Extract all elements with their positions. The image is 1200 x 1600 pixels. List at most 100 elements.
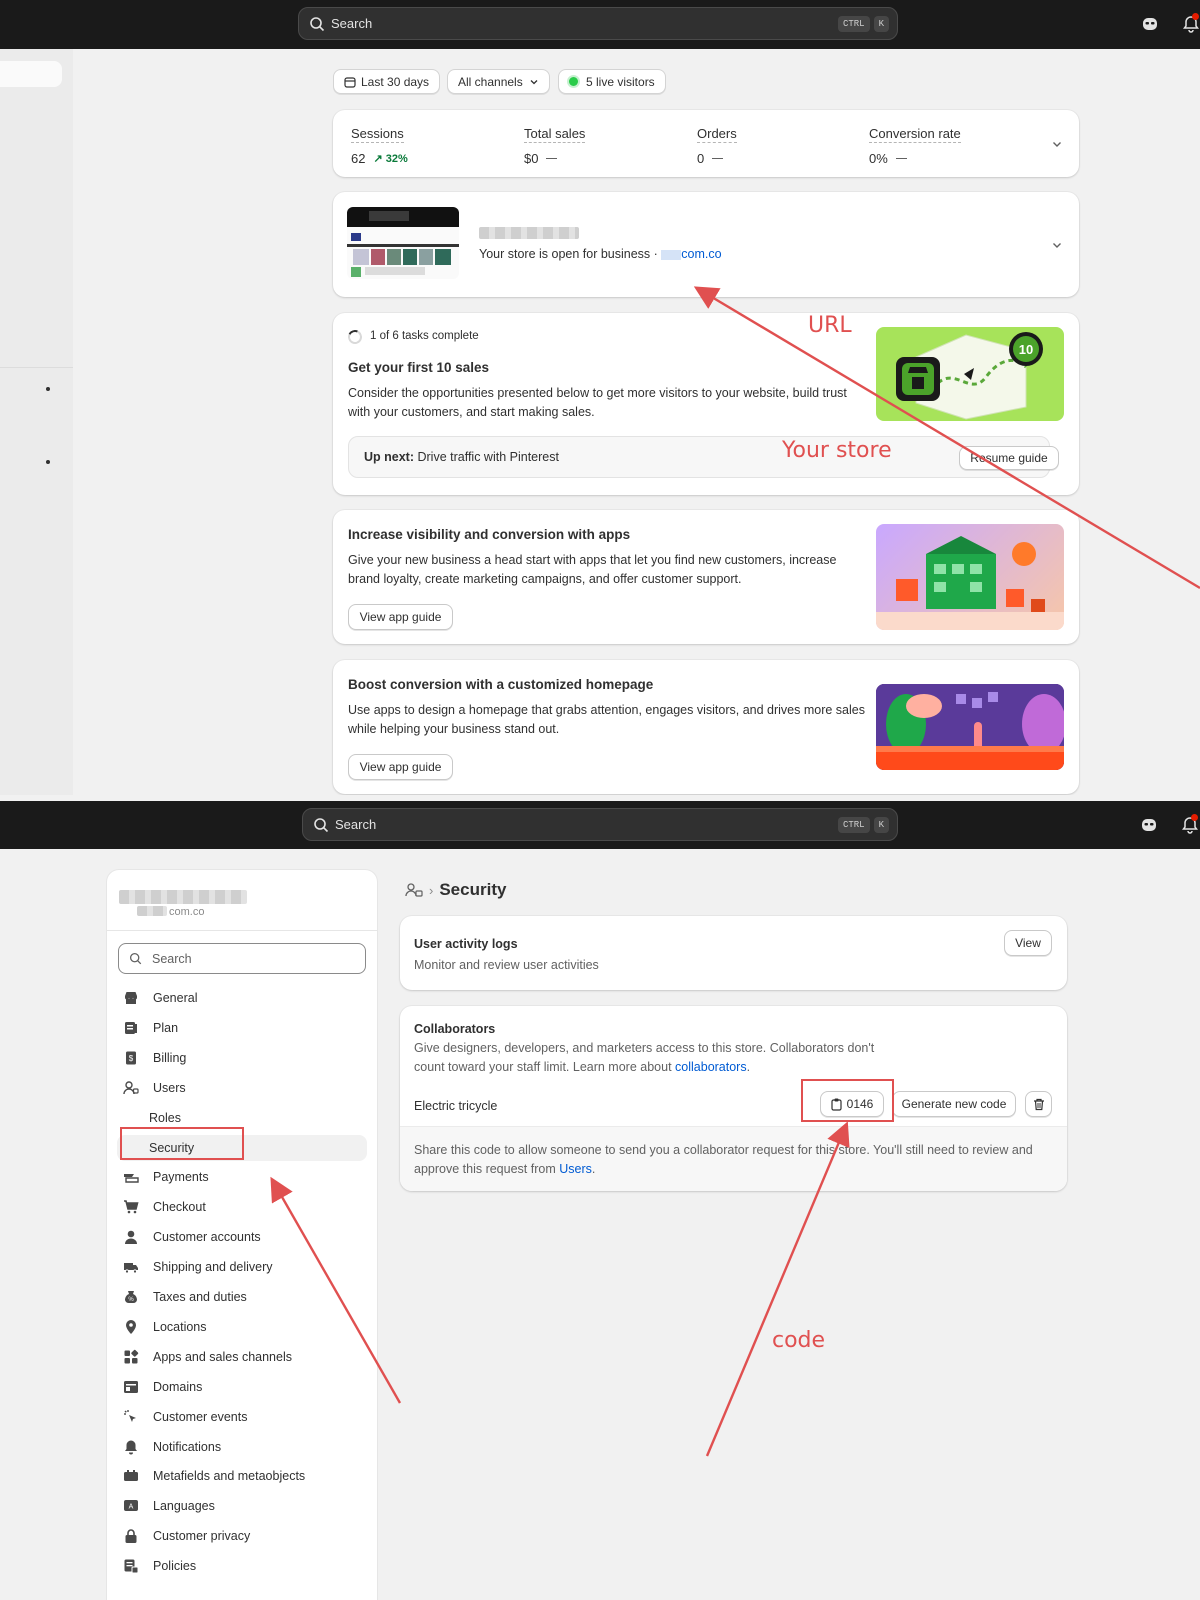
sidebar-item-shipping-and-delivery[interactable]: Shipping and delivery	[117, 1254, 367, 1280]
shortcut-ctrl: CTRL	[837, 816, 870, 833]
breadcrumb: › Security	[405, 880, 506, 900]
setup-guide-card: 1 of 6 tasks complete Get your first 10 …	[333, 313, 1079, 495]
metric-total-sales[interactable]: Total sales $0	[524, 126, 586, 166]
collaborators-title: Collaborators	[414, 1022, 496, 1036]
sidebar-item-billing[interactable]: $ Billing	[117, 1045, 367, 1071]
sidebar-item-customer-accounts[interactable]: Customer accounts	[117, 1224, 367, 1250]
up-next-row[interactable]: Up next: Drive traffic with Pinterest Re…	[348, 436, 1059, 478]
metric-trend: ↗ 32%	[373, 153, 408, 165]
search-label: Search	[331, 16, 373, 31]
user-activity-logs-card: User activity logs Monitor and review us…	[400, 916, 1067, 990]
shop-name-blurred	[119, 890, 247, 904]
sidebar-item-customer-privacy[interactable]: Customer privacy	[117, 1523, 367, 1549]
sidebar-item-general[interactable]: General	[117, 985, 367, 1011]
metric-conversion-rate[interactable]: Conversion rate 0%	[869, 126, 961, 166]
trend-value: 32%	[385, 153, 408, 165]
sidekick-icon[interactable]	[1141, 15, 1159, 33]
metric-orders[interactable]: Orders 0	[697, 126, 737, 166]
search-icon	[129, 952, 142, 965]
lock-icon	[123, 1528, 139, 1544]
dash-icon	[546, 158, 558, 159]
truck-icon	[123, 1259, 139, 1275]
generate-new-code-button[interactable]: Generate new code	[892, 1091, 1016, 1117]
domains-icon	[123, 1379, 139, 1395]
chevron-down-icon[interactable]	[1051, 239, 1063, 251]
users-icon	[123, 1080, 139, 1096]
chevron-down-icon	[530, 79, 538, 84]
metric-label: Total sales	[524, 126, 586, 143]
users-link[interactable]: Users	[559, 1162, 592, 1176]
sidebar-item-domains[interactable]: Domains	[117, 1374, 367, 1400]
store-status-text: Your store is open for business ·	[479, 247, 658, 261]
sidebar-item-label: Billing	[153, 1050, 187, 1065]
sidebar-item-checkout[interactable]: Checkout	[117, 1194, 367, 1220]
resume-guide-button[interactable]: Resume guide	[959, 446, 1059, 470]
collaborators-desc-text: Give designers, developers, and marketer…	[414, 1041, 875, 1074]
annotation-url: URL	[808, 313, 852, 338]
sidekick-icon[interactable]	[1140, 816, 1158, 834]
nav-bullet	[46, 460, 50, 464]
view-activity-logs-button[interactable]: View	[1004, 930, 1052, 956]
person-icon	[123, 1229, 139, 1245]
up-next-text: Up next: Drive traffic with Pinterest	[364, 450, 559, 464]
settings-search-input[interactable]: Search	[118, 943, 366, 974]
collaborators-card: Collaborators Give designers, developers…	[400, 1006, 1067, 1191]
channels-filter[interactable]: All channels	[447, 69, 550, 94]
sidebar-item-label: Metafields and metaobjects	[153, 1469, 306, 1484]
online-store-card[interactable]: Your store is open for business · com.co	[333, 192, 1079, 297]
global-search-bar[interactable]: Search CTRL K	[298, 7, 898, 40]
collaborator-footer: Share this code to allow someone to send…	[400, 1126, 1067, 1191]
store-name: Electric tricycle	[414, 1099, 498, 1113]
sidebar-item-apps-and-sales-channels[interactable]: Apps and sales channels	[117, 1344, 367, 1370]
sidebar-item-taxes-and-duties[interactable]: % Taxes and duties	[117, 1284, 367, 1310]
date-range-filter[interactable]: Last 30 days	[333, 69, 441, 94]
sidebar-item-notifications[interactable]: Notifications	[117, 1434, 367, 1460]
store-preview-thumbnail[interactable]	[347, 207, 459, 279]
shortcut-k: K	[873, 816, 889, 833]
sidebar-item-plan[interactable]: Plan	[117, 1015, 367, 1041]
sidebar-item-policies[interactable]: Policies	[117, 1553, 367, 1579]
homepage-card-body: Use apps to design a homepage that grabs…	[348, 703, 865, 736]
notification-badge	[1192, 13, 1199, 20]
sidebar-item-label: General	[153, 991, 198, 1005]
metrics-card[interactable]: Sessions 62 ↗ 32% Total sales $0 Orders …	[333, 110, 1079, 177]
metric-sessions[interactable]: Sessions 62 ↗ 32%	[351, 126, 408, 166]
shortcut-ctrl: CTRL	[837, 15, 870, 32]
live-visitors-chip[interactable]: 5 live visitors	[558, 69, 666, 94]
chevron-down-icon[interactable]	[1051, 138, 1063, 150]
nav-item-placeholder[interactable]	[0, 61, 62, 87]
payments-icon	[123, 1169, 139, 1185]
dash-icon	[895, 158, 907, 159]
view-app-guide-button[interactable]: View app guide	[348, 754, 453, 780]
sidebar-item-label: Apps and sales channels	[153, 1349, 292, 1364]
setup-guide-body: Consider the opportunities presented bel…	[348, 386, 847, 419]
period: .	[746, 1060, 751, 1074]
search-icon	[310, 16, 325, 31]
collaborators-description: Give designers, developers, and marketer…	[414, 1039, 904, 1077]
store-url-link[interactable]: com.co	[661, 247, 722, 261]
view-app-guide-button[interactable]: View app guide	[348, 604, 453, 630]
trash-icon	[1033, 1098, 1044, 1110]
apps-icon	[123, 1349, 139, 1365]
sidebar-item-users[interactable]: Users	[117, 1075, 367, 1101]
sidebar-item-locations[interactable]: Locations	[117, 1314, 367, 1340]
settings-sidebar: com.co Search General Plan $ Billing Users Ro…	[107, 870, 377, 1600]
shop-url: com.co	[169, 906, 205, 918]
sidebar-item-label: Policies	[153, 1559, 197, 1574]
sidebar-item-customer-events[interactable]: Customer events	[117, 1404, 367, 1430]
highlight-security-box	[120, 1127, 244, 1160]
sidebar-item-label: Payments	[153, 1170, 209, 1185]
collaborator-footer-text: Share this code to allow someone to send…	[414, 1141, 1044, 1179]
progress-ring-icon	[346, 328, 364, 346]
badge-text: 10	[1019, 342, 1033, 357]
shop-header[interactable]: com.co	[107, 870, 377, 931]
sidebar-item-metafields-and-metaobjects[interactable]: Metafields and metaobjects	[117, 1463, 367, 1489]
sidebar-item-languages[interactable]: A Languages	[117, 1493, 367, 1519]
metric-label: Orders	[697, 126, 737, 143]
collaborators-link[interactable]: collaborators	[675, 1060, 747, 1074]
delete-code-button[interactable]	[1025, 1091, 1052, 1117]
sidebar-item-payments[interactable]: Payments	[117, 1164, 367, 1190]
sidebar-item-label: Checkout	[153, 1200, 206, 1215]
users-icon[interactable]	[405, 882, 423, 898]
global-search-bar[interactable]: Search CTRL K	[302, 808, 898, 841]
